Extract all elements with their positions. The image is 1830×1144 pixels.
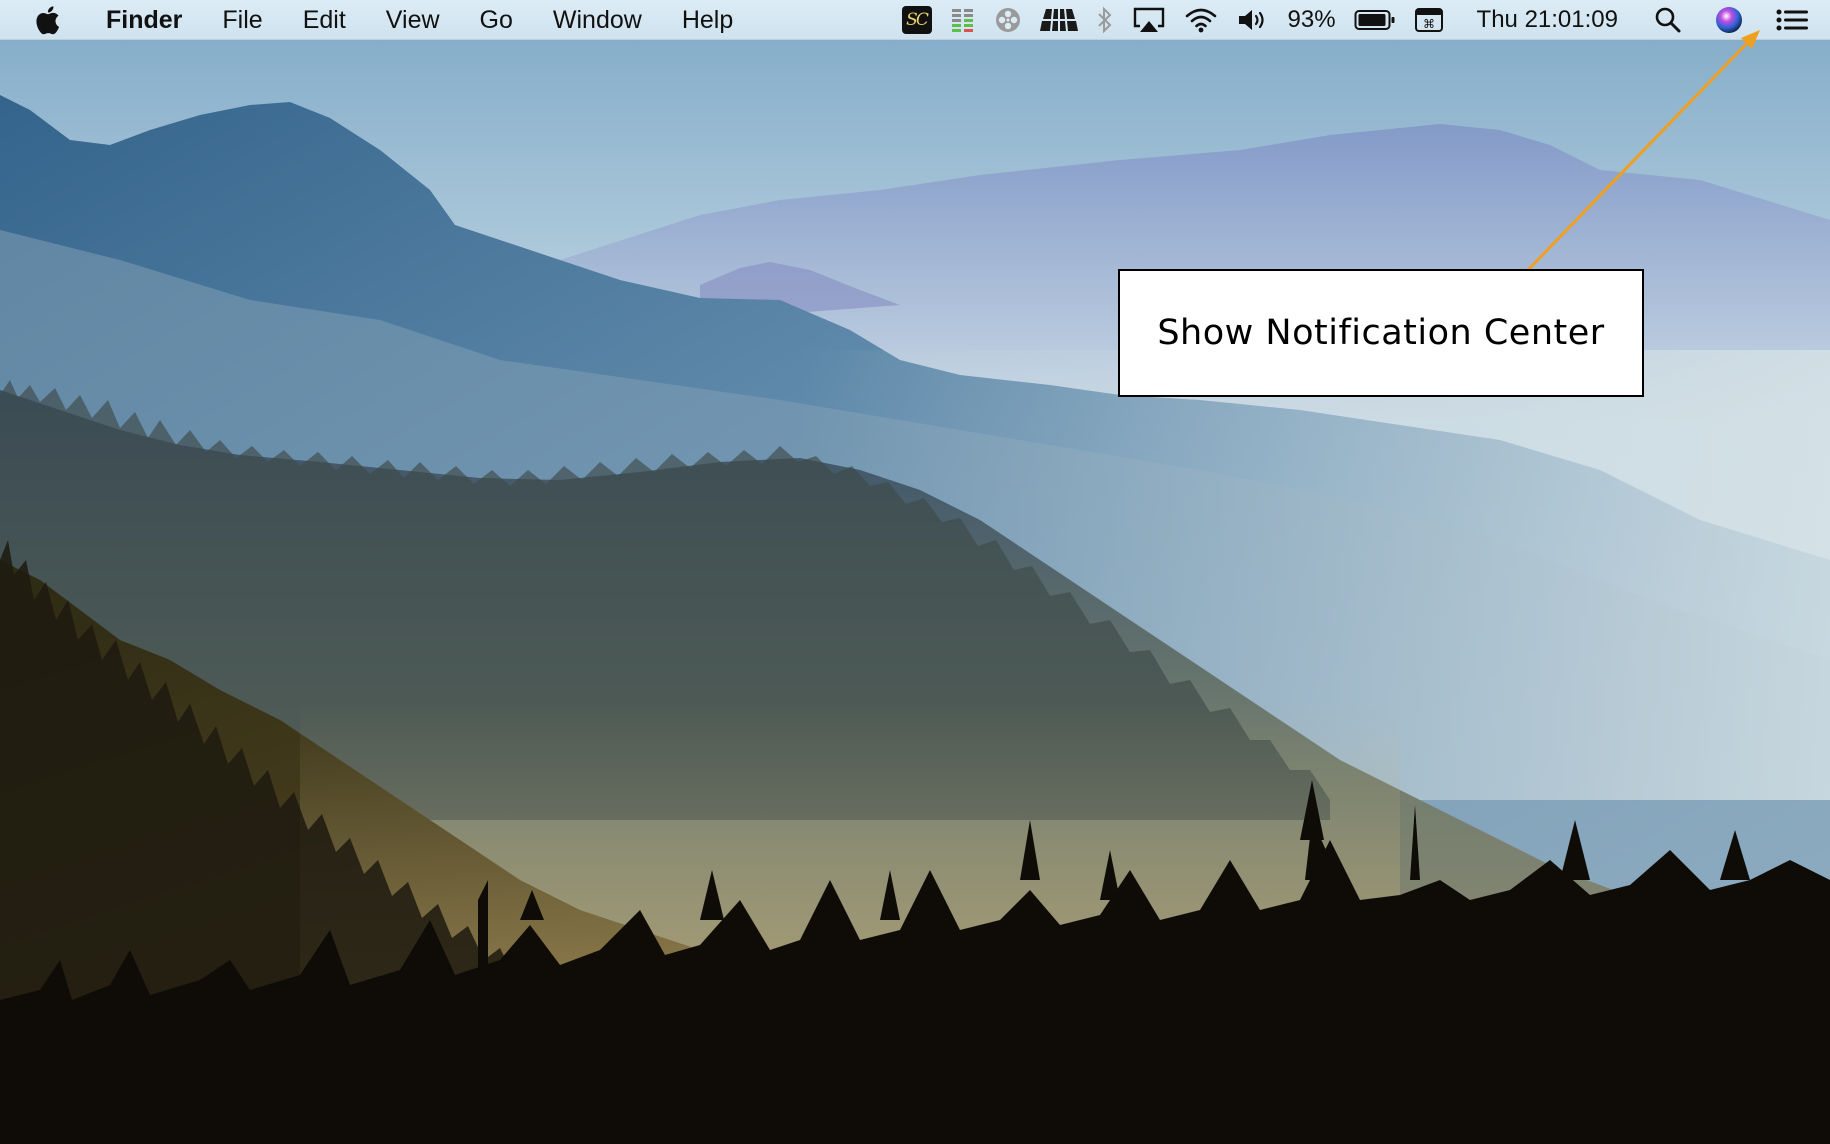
activity-meter-status-item[interactable] — [950, 0, 976, 40]
menu-bar: Finder File Edit View Go Window Help SC — [0, 0, 1830, 40]
dock-status-item[interactable] — [1039, 0, 1078, 40]
wifi-icon — [1185, 8, 1216, 33]
menu-bar-left: Finder File Edit View Go Window Help — [0, 0, 753, 40]
airplay-icon — [1133, 7, 1164, 32]
desktop-wallpaper — [0, 0, 1830, 1144]
film-reel-status-item[interactable] — [994, 0, 1022, 40]
sc-app-icon: SC — [901, 6, 932, 34]
menu-file[interactable]: File — [202, 0, 282, 40]
callout-box: Show Notification Center — [1118, 269, 1644, 397]
menu-go[interactable]: Go — [460, 0, 533, 40]
menu-help[interactable]: Help — [662, 0, 753, 40]
spotlight-search-icon — [1655, 7, 1681, 33]
mountain-landscape-image — [0, 0, 1830, 1144]
activity-meter-icon — [951, 9, 973, 32]
sc-app-status-item[interactable]: SC — [901, 0, 932, 40]
spotlight-status-item[interactable] — [1654, 0, 1682, 40]
svg-text:⌘: ⌘ — [1423, 17, 1435, 31]
volume-status-item[interactable] — [1236, 0, 1270, 40]
volume-icon — [1238, 10, 1264, 30]
siri-status-item[interactable] — [1714, 0, 1744, 40]
battery-icon — [1354, 10, 1395, 30]
notification-center-icon — [1776, 9, 1808, 31]
bluetooth-icon — [1097, 6, 1111, 34]
airplay-status-item[interactable] — [1132, 0, 1166, 40]
keyboard-status-item[interactable]: ⌘ — [1414, 0, 1444, 40]
app-menu-finder[interactable]: Finder — [88, 0, 202, 40]
bluetooth-status-item[interactable] — [1096, 0, 1114, 40]
callout-label: Show Notification Center — [1157, 313, 1605, 353]
menu-view[interactable]: View — [366, 0, 460, 40]
battery-percentage: 93% — [1287, 6, 1336, 33]
apple-menu[interactable] — [34, 4, 66, 36]
film-reel-icon — [995, 8, 1020, 32]
siri-icon — [1716, 7, 1742, 33]
apple-logo-icon — [36, 5, 60, 34]
menu-window[interactable]: Window — [533, 0, 662, 40]
sc-app-label: SC — [906, 10, 929, 30]
menu-edit[interactable]: Edit — [283, 0, 366, 40]
wifi-status-item[interactable] — [1184, 0, 1218, 40]
status-menus: SC 93% ⌘ Thu 21:01:09 — [893, 0, 1830, 40]
dock-icon — [1039, 8, 1078, 32]
battery-status-item[interactable] — [1354, 0, 1396, 40]
keyboard-icon: ⌘ — [1414, 8, 1443, 32]
notification-center-button[interactable] — [1776, 0, 1808, 40]
clock[interactable]: Thu 21:01:09 — [1477, 0, 1618, 40]
